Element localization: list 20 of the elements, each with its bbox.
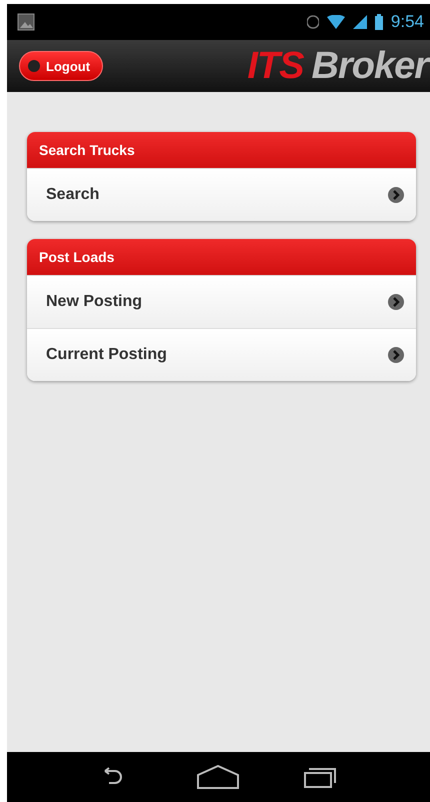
recent-apps-icon[interactable] bbox=[304, 765, 338, 789]
menu-item[interactable]: Search bbox=[27, 168, 416, 221]
menu-item[interactable]: Current Posting bbox=[27, 328, 416, 381]
menu-item[interactable]: New Posting bbox=[27, 275, 416, 328]
chevron-right-icon bbox=[388, 187, 404, 203]
status-time: 9:54 bbox=[390, 12, 424, 32]
logo-text: Broker bbox=[312, 44, 430, 88]
logo-text: ITS bbox=[247, 44, 304, 88]
battery-icon bbox=[374, 14, 383, 30]
chevron-right-icon bbox=[388, 294, 404, 310]
section-title: Post Loads bbox=[27, 239, 416, 275]
wifi-icon bbox=[326, 15, 345, 29]
chevron-right-icon bbox=[388, 347, 404, 363]
signal-icon bbox=[352, 15, 367, 29]
dot-icon bbox=[28, 60, 40, 72]
logout-button[interactable]: Logout bbox=[19, 51, 104, 81]
sync-icon bbox=[306, 14, 319, 30]
home-icon[interactable] bbox=[196, 765, 240, 789]
section-title: Search Trucks bbox=[27, 132, 416, 168]
image-icon bbox=[17, 13, 35, 31]
